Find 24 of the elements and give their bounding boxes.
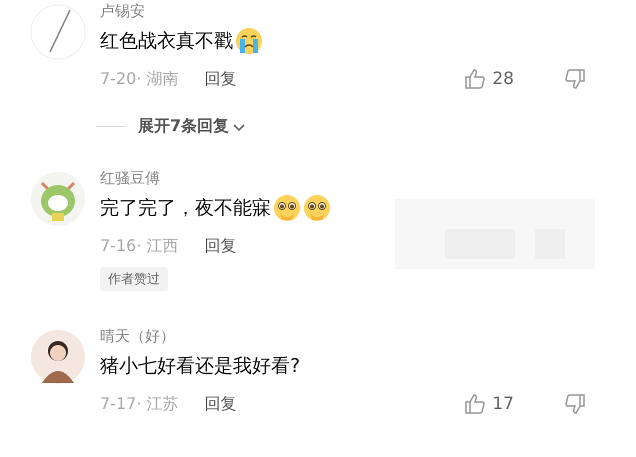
pleading-face-icon [303, 194, 331, 222]
like-count: 17 [492, 394, 514, 414]
reply-button[interactable]: 回复 [204, 236, 236, 256]
crying-face-icon [235, 27, 263, 55]
thumbs-up-icon[interactable] [464, 68, 486, 90]
thumbs-down-icon[interactable] [564, 393, 586, 415]
comment-text: 猪小七好看还是我好看? [100, 354, 300, 379]
expand-replies-button[interactable]: 展开7条回复 [138, 116, 248, 137]
avatar[interactable] [30, 329, 86, 385]
like-count: 28 [492, 69, 514, 89]
author-liked-badge: 作者赞过 [100, 267, 168, 291]
date-location: 7-20· 湖南 [100, 68, 178, 90]
comment-text: 红色战衣真不戳 [100, 29, 233, 54]
reply-button[interactable]: 回复 [204, 394, 236, 414]
user-name[interactable]: 红骚豆傅 [100, 167, 636, 189]
user-name[interactable]: 卢锡安 [100, 0, 636, 22]
user-name[interactable]: 晴天（好） [100, 325, 636, 347]
thumbs-down-icon[interactable] [564, 68, 586, 90]
comment-text: 完了完了，夜不能寐 [100, 196, 271, 221]
thumbs-up-icon[interactable] [464, 393, 486, 415]
date-location: 7-16· 江西 [100, 236, 178, 256]
reply-button[interactable]: 回复 [204, 68, 236, 90]
date-location: 7-17· 江苏 [100, 394, 178, 414]
pleading-face-icon [273, 194, 301, 222]
